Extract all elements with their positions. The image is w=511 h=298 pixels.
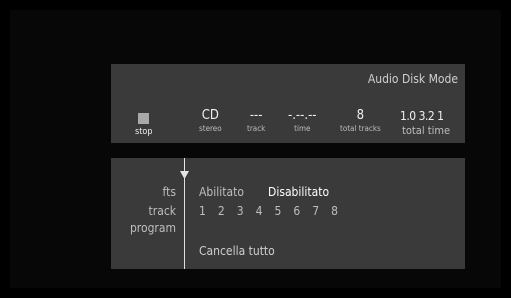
option-abilitato[interactable]: Abilitato (199, 185, 244, 199)
track-readout: --- track (247, 108, 266, 134)
track-number-list: 1 2 3 4 5 6 7 8 (199, 204, 338, 218)
mode-title: Audio Disk Mode (367, 72, 458, 86)
track-number-5[interactable]: 5 (275, 204, 282, 218)
disc-type-value: CD (201, 108, 219, 123)
track-number-6[interactable]: 6 (293, 204, 300, 218)
track-number-8[interactable]: 8 (331, 204, 338, 218)
track-value: --- (249, 108, 263, 123)
total-time-label: total time (402, 124, 451, 137)
track-number-2[interactable]: 2 (218, 204, 225, 218)
total-tracks-label: total tracks (340, 124, 381, 133)
stop-icon[interactable] (138, 113, 149, 124)
track-number-1[interactable]: 1 (199, 204, 206, 218)
total-time-value: 1.0 3.2 1 (400, 109, 444, 123)
fts-panel: fts Abilitato Disabilitato track 1 2 3 4… (111, 158, 465, 269)
total-tracks-readout: 8 total tracks (340, 108, 381, 134)
time-label: time (294, 124, 311, 133)
time-value: -.--.-- (288, 108, 317, 123)
track-label: track (247, 124, 266, 133)
track-number-3[interactable]: 3 (237, 204, 244, 218)
disc-type-sub: stereo (199, 124, 222, 133)
fts-label: fts (162, 185, 176, 199)
track-number-4[interactable]: 4 (256, 204, 263, 218)
track-row-label: track (148, 204, 176, 218)
track-number-7[interactable]: 7 (312, 204, 319, 218)
status-panel: Audio Disk Mode stop CD stereo --- track… (111, 64, 465, 143)
screen: Audio Disk Mode stop CD stereo --- track… (10, 10, 501, 288)
clear-all-button[interactable]: Cancella tutto (199, 244, 275, 258)
time-readout: -.--.-- time (288, 108, 317, 134)
option-disabilitato[interactable]: Disabilitato (268, 185, 329, 199)
disc-type: CD stereo (199, 108, 222, 134)
total-tracks-value: 8 (356, 108, 365, 123)
column-divider (184, 170, 185, 269)
stop-label: stop (135, 127, 153, 137)
program-label: program (129, 221, 176, 235)
